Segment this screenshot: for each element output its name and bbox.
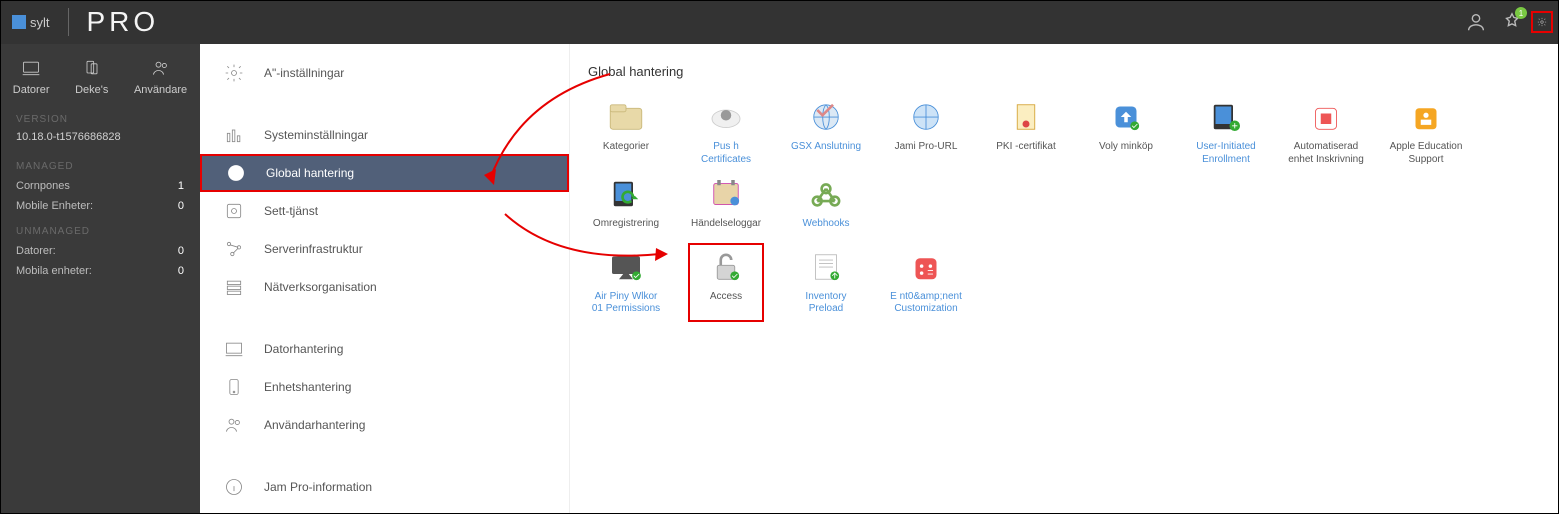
rail-tab-label: Deke's: [75, 84, 108, 96]
user-icon[interactable]: [1465, 11, 1487, 33]
tile-label: Inventory Preload: [788, 291, 864, 316]
stat-row: Mobile Enheter:0: [0, 196, 200, 216]
notif-badge: 1: [1515, 7, 1527, 19]
tile-label: Apple Education Support: [1388, 141, 1464, 166]
tile-label: Webhooks: [802, 218, 849, 231]
rail-tab-label: Datorer: [13, 84, 50, 96]
rail-tab-devices[interactable]: Deke's: [75, 58, 108, 96]
brand-edition: PRO: [87, 6, 160, 38]
nav-general-settings[interactable]: A"-inställningar: [200, 54, 569, 92]
nav-label: Systeminställningar: [264, 128, 368, 142]
tile-pki[interactable]: PKI -certifikat: [988, 99, 1064, 166]
tile-inventory[interactable]: Inventory Preload: [788, 249, 864, 316]
nav-label: Jam Pro-information: [264, 480, 372, 494]
tile-label: Voly minköp: [1099, 141, 1153, 154]
tile-push[interactable]: Pus h Certificates: [688, 99, 764, 166]
aes-icon: [1405, 99, 1447, 135]
uie-icon: [1205, 99, 1247, 135]
airplay-icon: [605, 249, 647, 285]
nav-label: Sett-tjänst: [264, 204, 318, 218]
topbar: sylt PRO 1: [0, 0, 1559, 44]
settings-nav: A"-inställningar Systeminställningar Glo…: [200, 44, 570, 514]
brand-divider: [68, 8, 69, 36]
content-title: Global hantering: [588, 64, 1541, 79]
tile-eventlogs[interactable]: Händelseloggar: [688, 176, 764, 231]
version-label: VERSION: [0, 104, 200, 129]
nav-label: Datorhantering: [264, 342, 343, 356]
stat-row: Cornpones1: [0, 176, 200, 196]
tile-aes[interactable]: Apple Education Support: [1388, 99, 1464, 166]
webhooks-icon: [805, 176, 847, 212]
tile-enrollcust[interactable]: E nt0&amp;nent Customization: [888, 249, 964, 316]
tile-reenroll[interactable]: Omregistrering: [588, 176, 664, 231]
unmanaged-label: UNMANAGED: [0, 216, 200, 241]
version-value: 10.18.0-t1576686828: [0, 129, 200, 151]
notifications-icon[interactable]: 1: [1501, 11, 1523, 33]
nav-label: Nätverksorganisation: [264, 280, 377, 294]
nav-label: Serverinfrastruktur: [264, 242, 363, 256]
managed-label: MANAGED: [0, 151, 200, 176]
tile-label: PKI -certifikat: [996, 141, 1055, 154]
inventory-icon: [805, 249, 847, 285]
nav-computer-mgmt[interactable]: Datorhantering: [200, 330, 569, 368]
access-icon: [705, 249, 747, 285]
tiles-row-1: Kategorier Pus h Certificates GSX Anslutni…: [588, 99, 1541, 231]
nav-system-settings[interactable]: Systeminställningar: [200, 116, 569, 154]
settings-gear-icon[interactable]: [1531, 11, 1553, 33]
nav-self-service[interactable]: Sett-tjänst: [200, 192, 569, 230]
tile-label: User-Initiated Enrollment: [1188, 141, 1264, 166]
tile-airplay[interactable]: Air Piny Wlkor 01 Permissions: [588, 249, 664, 316]
nav-server-infra[interactable]: Serverinfrastruktur: [200, 230, 569, 268]
tile-label: Access: [710, 291, 742, 304]
push-icon: [705, 99, 747, 135]
content-area: Global hantering Kategorier Pus h Certifi…: [570, 44, 1559, 514]
nav-label: Global hantering: [266, 166, 354, 180]
nav-label: A"-inställningar: [264, 66, 344, 80]
jamf-url-icon: [905, 99, 947, 135]
tile-label: Air Piny Wlkor 01 Permissions: [588, 291, 664, 316]
topbar-actions: 1: [1465, 11, 1547, 33]
stat-row: Mobila enheter:0: [0, 261, 200, 281]
nav-user-mgmt[interactable]: Användarhantering: [200, 406, 569, 444]
tile-label: Händelseloggar: [691, 218, 761, 231]
tile-label: Pus h Certificates: [688, 141, 764, 166]
nav-global-management[interactable]: Global hantering: [200, 154, 569, 192]
rail-tab-users[interactable]: Användare: [134, 58, 187, 96]
tile-label: GSX Anslutning: [791, 141, 861, 154]
reenroll-icon: [605, 176, 647, 212]
rail-tab-label: Användare: [134, 84, 187, 96]
tile-label: Kategorier: [603, 141, 649, 154]
tile-jamf-url[interactable]: Jami Pro-URL: [888, 99, 964, 166]
tile-categories[interactable]: Kategorier: [588, 99, 664, 166]
pki-icon: [1005, 99, 1047, 135]
tile-access[interactable]: Access: [688, 243, 764, 322]
enrollcust-icon: [905, 249, 947, 285]
tile-gsx[interactable]: GSX Anslutning: [788, 99, 864, 166]
auto-enroll-icon: [1305, 99, 1347, 135]
brand-text: sylt: [30, 15, 50, 30]
volume-icon: [1105, 99, 1147, 135]
eventlogs-icon: [705, 176, 747, 212]
tiles-row-2: Air Piny Wlkor 01 Permissions Access Inven…: [588, 249, 1541, 316]
nav-device-mgmt[interactable]: Enhetshantering: [200, 368, 569, 406]
tile-label: Omregistrering: [593, 218, 659, 231]
tile-label: E nt0&amp;nent Customization: [888, 291, 964, 316]
gsx-icon: [805, 99, 847, 135]
tile-volume[interactable]: Voly minköp: [1088, 99, 1164, 166]
left-rail: Datorer Deke's Användare VERSION 10.18.0…: [0, 44, 200, 514]
nav-network-org[interactable]: Nätverksorganisation: [200, 268, 569, 306]
rail-tab-computers[interactable]: Datorer: [13, 58, 50, 96]
stat-row: Datorer:0: [0, 241, 200, 261]
nav-about[interactable]: Jam Pro-information: [200, 468, 569, 506]
brand-logo: sylt: [12, 15, 50, 30]
tile-label: Jami Pro-URL: [895, 141, 958, 154]
tile-auto-enroll[interactable]: Automatiserad enhet Inskrivning: [1288, 99, 1364, 166]
categories-icon: [605, 99, 647, 135]
nav-label: Användarhantering: [264, 418, 365, 432]
tile-webhooks[interactable]: Webhooks: [788, 176, 864, 231]
brand-icon: [12, 15, 26, 29]
tile-label: Automatiserad enhet Inskrivning: [1288, 141, 1364, 166]
nav-label: Enhetshantering: [264, 380, 351, 394]
tile-uie[interactable]: User-Initiated Enrollment: [1188, 99, 1264, 166]
